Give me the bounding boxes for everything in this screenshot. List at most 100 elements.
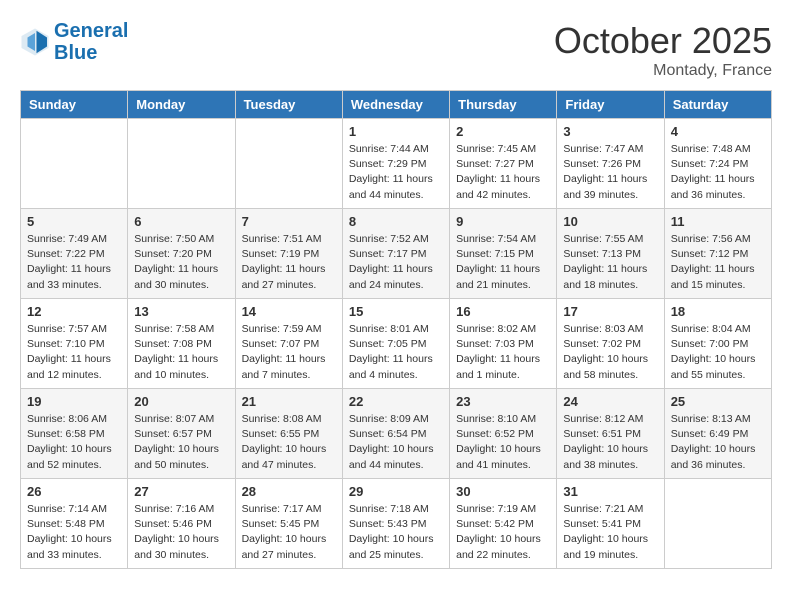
day-cell: 19 Sunrise: 8:06 AM Sunset: 6:58 PM Dayli… bbox=[21, 389, 128, 479]
day-number: 21 bbox=[242, 394, 336, 409]
day-info: Sunrise: 7:59 AM Sunset: 7:07 PM Dayligh… bbox=[242, 322, 336, 383]
logo-general: General bbox=[54, 20, 128, 42]
col-header-monday: Monday bbox=[128, 91, 235, 119]
col-header-saturday: Saturday bbox=[664, 91, 771, 119]
day-number: 23 bbox=[456, 394, 550, 409]
logo-blue: Blue bbox=[54, 42, 97, 64]
day-cell: 18 Sunrise: 8:04 AM Sunset: 7:00 PM Dayli… bbox=[664, 299, 771, 389]
day-cell: 25Sunrise: 8:13 AM Sunset: 6:49 PM Dayli… bbox=[664, 389, 771, 479]
day-cell: 21 Sunrise: 8:08 AM Sunset: 6:55 PM Dayli… bbox=[235, 389, 342, 479]
day-number: 6 bbox=[134, 214, 228, 229]
day-cell: 23 Sunrise: 8:10 AM Sunset: 6:52 PM Dayli… bbox=[450, 389, 557, 479]
day-cell: 22 Sunrise: 8:09 AM Sunset: 6:54 PM Dayli… bbox=[342, 389, 449, 479]
day-number: 18 bbox=[671, 304, 765, 319]
day-info: Sunrise: 8:04 AM Sunset: 7:00 PM Dayligh… bbox=[671, 322, 765, 383]
day-cell: 17 Sunrise: 8:03 AM Sunset: 7:02 PM Dayli… bbox=[557, 299, 664, 389]
day-info: Sunrise: 7:49 AM Sunset: 7:22 PM Dayligh… bbox=[27, 232, 121, 293]
day-info: Sunrise: 8:01 AM Sunset: 7:05 PM Dayligh… bbox=[349, 322, 443, 383]
day-number: 29 bbox=[349, 484, 443, 499]
day-info: Sunrise: 7:55 AM Sunset: 7:13 PM Dayligh… bbox=[563, 232, 657, 293]
day-info: Sunrise: 7:56 AM Sunset: 7:12 PM Dayligh… bbox=[671, 232, 765, 293]
day-number: 16 bbox=[456, 304, 550, 319]
day-info: Sunrise: 7:21 AM Sunset: 5:41 PM Dayligh… bbox=[563, 502, 657, 563]
day-info: Sunrise: 7:44 AM Sunset: 7:29 PM Dayligh… bbox=[349, 142, 443, 203]
day-number: 3 bbox=[563, 124, 657, 139]
logo: General Blue bbox=[20, 20, 128, 64]
day-number: 2 bbox=[456, 124, 550, 139]
week-row-5: 26 Sunrise: 7:14 AM Sunset: 5:48 PM Dayli… bbox=[21, 479, 772, 569]
col-header-wednesday: Wednesday bbox=[342, 91, 449, 119]
day-info: Sunrise: 7:51 AM Sunset: 7:19 PM Dayligh… bbox=[242, 232, 336, 293]
day-cell: 15 Sunrise: 8:01 AM Sunset: 7:05 PM Dayli… bbox=[342, 299, 449, 389]
day-info: Sunrise: 8:12 AM Sunset: 6:51 PM Dayligh… bbox=[563, 412, 657, 473]
day-cell: 9 Sunrise: 7:54 AM Sunset: 7:15 PM Daylig… bbox=[450, 209, 557, 299]
logo-icon bbox=[20, 27, 50, 57]
day-info: Sunrise: 7:48 AM Sunset: 7:24 PM Dayligh… bbox=[671, 142, 765, 203]
day-info: Sunrise: 7:18 AM Sunset: 5:43 PM Dayligh… bbox=[349, 502, 443, 563]
day-number: 26 bbox=[27, 484, 121, 499]
day-number: 17 bbox=[563, 304, 657, 319]
day-number: 22 bbox=[349, 394, 443, 409]
week-row-2: 5 Sunrise: 7:49 AM Sunset: 7:22 PM Daylig… bbox=[21, 209, 772, 299]
day-info: Sunrise: 7:57 AM Sunset: 7:10 PM Dayligh… bbox=[27, 322, 121, 383]
day-cell: 11Sunrise: 7:56 AM Sunset: 7:12 PM Dayli… bbox=[664, 209, 771, 299]
col-header-thursday: Thursday bbox=[450, 91, 557, 119]
day-number: 12 bbox=[27, 304, 121, 319]
day-cell: 30 Sunrise: 7:19 AM Sunset: 5:42 PM Dayli… bbox=[450, 479, 557, 569]
day-number: 13 bbox=[134, 304, 228, 319]
day-cell: 12 Sunrise: 7:57 AM Sunset: 7:10 PM Dayli… bbox=[21, 299, 128, 389]
day-cell: 2 Sunrise: 7:45 AM Sunset: 7:27 PM Daylig… bbox=[450, 119, 557, 209]
header-row: SundayMondayTuesdayWednesdayThursdayFrid… bbox=[21, 91, 772, 119]
location: Montady, France bbox=[554, 62, 772, 80]
day-number: 27 bbox=[134, 484, 228, 499]
day-info: Sunrise: 7:52 AM Sunset: 7:17 PM Dayligh… bbox=[349, 232, 443, 293]
day-number: 7 bbox=[242, 214, 336, 229]
day-cell: 7 Sunrise: 7:51 AM Sunset: 7:19 PM Daylig… bbox=[235, 209, 342, 299]
day-number: 14 bbox=[242, 304, 336, 319]
day-cell: 5 Sunrise: 7:49 AM Sunset: 7:22 PM Daylig… bbox=[21, 209, 128, 299]
title-block: October 2025 Montady, France bbox=[554, 20, 772, 80]
day-number: 5 bbox=[27, 214, 121, 229]
page-header: General Blue October 2025 Montady, Franc… bbox=[20, 20, 772, 80]
day-number: 15 bbox=[349, 304, 443, 319]
day-cell: 29 Sunrise: 7:18 AM Sunset: 5:43 PM Dayli… bbox=[342, 479, 449, 569]
day-info: Sunrise: 8:07 AM Sunset: 6:57 PM Dayligh… bbox=[134, 412, 228, 473]
day-info: Sunrise: 7:14 AM Sunset: 5:48 PM Dayligh… bbox=[27, 502, 121, 563]
day-info: Sunrise: 8:08 AM Sunset: 6:55 PM Dayligh… bbox=[242, 412, 336, 473]
day-cell: 13 Sunrise: 7:58 AM Sunset: 7:08 PM Dayli… bbox=[128, 299, 235, 389]
day-number: 24 bbox=[563, 394, 657, 409]
day-info: Sunrise: 7:58 AM Sunset: 7:08 PM Dayligh… bbox=[134, 322, 228, 383]
day-cell: 24 Sunrise: 8:12 AM Sunset: 6:51 PM Dayli… bbox=[557, 389, 664, 479]
col-header-friday: Friday bbox=[557, 91, 664, 119]
day-cell bbox=[664, 479, 771, 569]
day-number: 1 bbox=[349, 124, 443, 139]
month-title: October 2025 bbox=[554, 20, 772, 62]
day-info: Sunrise: 7:54 AM Sunset: 7:15 PM Dayligh… bbox=[456, 232, 550, 293]
week-row-3: 12 Sunrise: 7:57 AM Sunset: 7:10 PM Dayli… bbox=[21, 299, 772, 389]
day-cell: 6Sunrise: 7:50 AM Sunset: 7:20 PM Daylig… bbox=[128, 209, 235, 299]
day-cell: 20Sunrise: 8:07 AM Sunset: 6:57 PM Dayli… bbox=[128, 389, 235, 479]
day-number: 19 bbox=[27, 394, 121, 409]
day-info: Sunrise: 7:17 AM Sunset: 5:45 PM Dayligh… bbox=[242, 502, 336, 563]
day-cell bbox=[128, 119, 235, 209]
day-cell: 27Sunrise: 7:16 AM Sunset: 5:46 PM Dayli… bbox=[128, 479, 235, 569]
day-info: Sunrise: 7:45 AM Sunset: 7:27 PM Dayligh… bbox=[456, 142, 550, 203]
calendar-table: SundayMondayTuesdayWednesdayThursdayFrid… bbox=[20, 90, 772, 569]
day-info: Sunrise: 8:10 AM Sunset: 6:52 PM Dayligh… bbox=[456, 412, 550, 473]
day-info: Sunrise: 8:13 AM Sunset: 6:49 PM Dayligh… bbox=[671, 412, 765, 473]
day-info: Sunrise: 7:19 AM Sunset: 5:42 PM Dayligh… bbox=[456, 502, 550, 563]
day-info: Sunrise: 8:09 AM Sunset: 6:54 PM Dayligh… bbox=[349, 412, 443, 473]
day-number: 9 bbox=[456, 214, 550, 229]
day-cell: 10Sunrise: 7:55 AM Sunset: 7:13 PM Dayli… bbox=[557, 209, 664, 299]
day-info: Sunrise: 8:06 AM Sunset: 6:58 PM Dayligh… bbox=[27, 412, 121, 473]
day-cell: 8Sunrise: 7:52 AM Sunset: 7:17 PM Daylig… bbox=[342, 209, 449, 299]
day-info: Sunrise: 8:03 AM Sunset: 7:02 PM Dayligh… bbox=[563, 322, 657, 383]
day-number: 28 bbox=[242, 484, 336, 499]
day-number: 30 bbox=[456, 484, 550, 499]
week-row-4: 19 Sunrise: 8:06 AM Sunset: 6:58 PM Dayli… bbox=[21, 389, 772, 479]
day-info: Sunrise: 7:47 AM Sunset: 7:26 PM Dayligh… bbox=[563, 142, 657, 203]
day-cell bbox=[21, 119, 128, 209]
day-cell: 28 Sunrise: 7:17 AM Sunset: 5:45 PM Dayli… bbox=[235, 479, 342, 569]
day-cell bbox=[235, 119, 342, 209]
col-header-tuesday: Tuesday bbox=[235, 91, 342, 119]
